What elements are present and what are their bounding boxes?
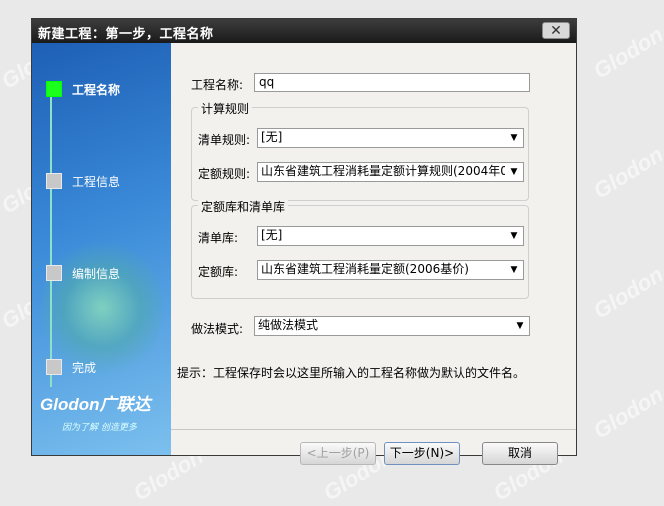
calc-rules-title: 计算规则 bbox=[198, 100, 253, 117]
quota-rule-select[interactable]: 山东省建筑工程消耗量定额计算规则(2004年04 ▼ bbox=[257, 162, 524, 182]
button-divider bbox=[171, 429, 576, 430]
step-indicator-icon bbox=[46, 81, 62, 97]
dropdown-arrow-icon: ▼ bbox=[510, 265, 518, 275]
watermark: Glodon bbox=[588, 261, 664, 324]
step-indicator-icon bbox=[46, 265, 62, 281]
method-select[interactable]: 纯做法模式 ▼ bbox=[254, 316, 530, 336]
project-name-input[interactable]: qq bbox=[254, 73, 530, 92]
project-name-label: 工程名称: bbox=[191, 78, 244, 92]
select-value: 山东省建筑工程消耗量定额(2006基价) bbox=[261, 262, 469, 276]
step-connector-line bbox=[50, 89, 52, 387]
step-label: 完成 bbox=[72, 361, 97, 375]
select-value: 山东省建筑工程消耗量定额计算规则(2004年04 bbox=[261, 164, 505, 178]
dropdown-arrow-icon: ▼ bbox=[510, 167, 518, 177]
calc-rules-group: 计算规则 清单规则: [无] ▼ 定额规则: 山东省建筑工程消耗量定额计算规则(… bbox=[191, 100, 529, 201]
close-icon: ✕ bbox=[550, 23, 562, 39]
brand-slogan: 因为了解 创造更多 bbox=[62, 423, 137, 433]
bill-rule-select[interactable]: [无] ▼ bbox=[257, 128, 524, 148]
hint-text: 提示：工程保存时会以这里所输入的工程名称做为默认的文件名。 bbox=[177, 366, 526, 380]
bill-lib-select[interactable]: [无] ▼ bbox=[257, 226, 524, 246]
step-label: 工程名称 bbox=[72, 83, 121, 97]
quota-lib-label: 定额库: bbox=[198, 265, 239, 279]
select-value: [无] bbox=[261, 228, 283, 242]
step-label: 工程信息 bbox=[72, 175, 121, 189]
libraries-group: 定额库和清单库 清单库: [无] ▼ 定额库: 山东省建筑工程消耗量定额(200… bbox=[191, 198, 529, 299]
dropdown-arrow-icon: ▼ bbox=[516, 321, 524, 331]
quota-rule-label: 定额规则: bbox=[198, 167, 251, 181]
prev-button[interactable]: <上一步(P) bbox=[300, 442, 376, 465]
title-bar[interactable]: 新建工程：第一步，工程名称 ✕ bbox=[32, 19, 576, 43]
watermark: Glodon bbox=[588, 381, 664, 444]
wizard-sidebar: 工程名称 工程信息 编制信息 完成 Glodon广联达 因为了解 创造更多 bbox=[32, 43, 171, 455]
new-project-dialog: 新建工程：第一步，工程名称 ✕ 工程名称 工程信息 编制信息 完成 Glodon… bbox=[31, 18, 577, 465]
watermark: Glodon bbox=[588, 21, 664, 84]
quota-lib-select[interactable]: 山东省建筑工程消耗量定额(2006基价) ▼ bbox=[257, 260, 524, 280]
dropdown-arrow-icon: ▼ bbox=[510, 231, 518, 241]
dropdown-arrow-icon: ▼ bbox=[510, 133, 518, 143]
bill-rule-label: 清单规则: bbox=[198, 133, 251, 147]
libraries-title: 定额库和清单库 bbox=[198, 198, 289, 215]
brand-logo: Glodon广联达 bbox=[40, 395, 151, 414]
select-value: 纯做法模式 bbox=[258, 318, 319, 332]
method-label: 做法模式: bbox=[191, 322, 244, 336]
step-indicator-icon bbox=[46, 359, 62, 375]
select-value: [无] bbox=[261, 130, 283, 144]
step-label: 编制信息 bbox=[72, 267, 121, 281]
dialog-title: 新建工程：第一步，工程名称 bbox=[38, 27, 214, 42]
wizard-content: 工程名称: qq 计算规则 清单规则: [无] ▼ 定额规则: 山东省建筑工程消… bbox=[171, 43, 576, 465]
close-button[interactable]: ✕ bbox=[542, 22, 570, 39]
bill-lib-label: 清单库: bbox=[198, 231, 239, 245]
cancel-button[interactable]: 取消 bbox=[482, 442, 558, 465]
next-button[interactable]: 下一步(N)> bbox=[384, 442, 460, 465]
watermark: Glodon bbox=[588, 141, 664, 204]
step-indicator-icon bbox=[46, 173, 62, 189]
